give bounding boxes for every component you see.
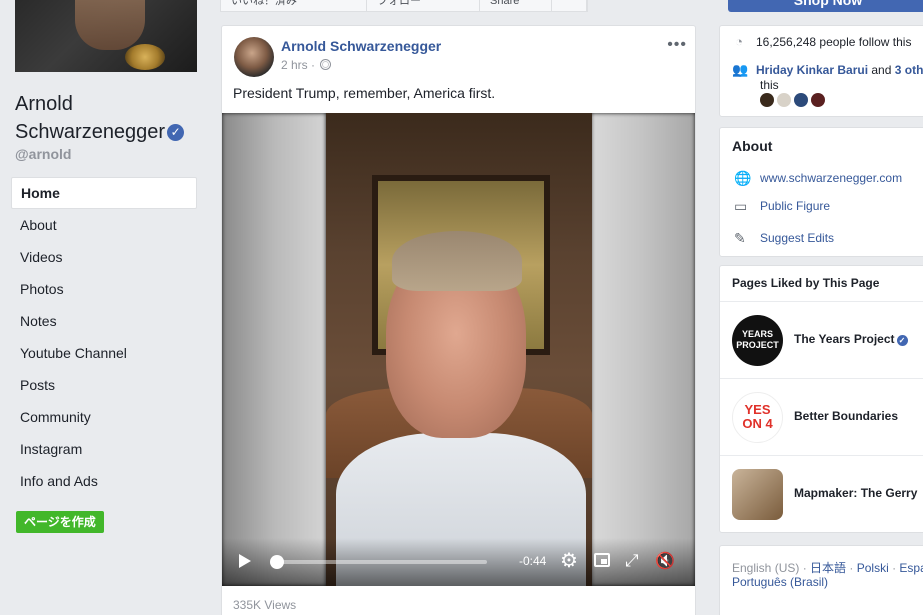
languages-line-2: Português (Brasil) xyxy=(732,575,828,589)
nav-item-community[interactable]: Community xyxy=(11,401,197,433)
verified-badge-icon: ✓ xyxy=(167,124,185,141)
language-portuguese[interactable]: Português (Brasil) xyxy=(732,575,828,589)
friend-avatar[interactable] xyxy=(811,93,825,107)
progress-scrubber[interactable] xyxy=(270,555,284,569)
followers-count: 16,256,248 people follow this xyxy=(756,35,912,49)
language-japanese[interactable]: 日本語 xyxy=(810,561,846,575)
video-frame xyxy=(326,113,592,586)
post-meta-separator: · xyxy=(307,58,319,72)
friend-avatar[interactable] xyxy=(794,93,808,107)
post-text: President Trump, remember, America first… xyxy=(233,85,496,101)
profile-photo[interactable] xyxy=(15,0,197,72)
video-blur-left xyxy=(222,113,326,586)
create-page-button[interactable]: ページを作成 xyxy=(16,511,104,533)
video-post: Arnold Schwarzenegger 2 hrs · ••• Presid… xyxy=(221,25,696,615)
language-separator: · xyxy=(888,561,900,575)
languages-line-1: English (US) · 日本語 · Polski · Españ xyxy=(732,559,923,576)
page-action-bar: いいね！済み フォロー Share xyxy=(220,0,588,12)
follow-button[interactable]: フォロー xyxy=(367,0,480,12)
shop-now-button[interactable]: Shop Now xyxy=(728,0,923,12)
better-boundaries-logo[interactable]: YES ON 4 xyxy=(732,392,783,443)
more-options-icon[interactable]: ••• xyxy=(667,36,687,54)
picture-in-picture-icon[interactable] xyxy=(594,553,610,567)
view-count: 335K Views xyxy=(233,598,297,612)
nav-item-youtube-channel[interactable]: Youtube Channel xyxy=(11,337,197,369)
nav-item-about[interactable]: About xyxy=(11,209,197,241)
post-author-name[interactable]: Arnold Schwarzenegger xyxy=(281,38,441,54)
nav-item-info-and-ads[interactable]: Info and Ads xyxy=(11,465,197,497)
gear-icon[interactable]: ⚙ xyxy=(560,551,578,571)
suggest-edits-link[interactable]: Suggest Edits xyxy=(760,231,834,245)
friends-follow-tail: this xyxy=(760,78,779,92)
category-link[interactable]: Public Figure xyxy=(760,199,830,213)
page-nav: Home About Videos Photos Notes Youtube C… xyxy=(11,177,197,497)
liked-page-name[interactable]: Better Boundaries xyxy=(794,409,898,423)
nav-item-home[interactable]: Home xyxy=(11,177,197,209)
friends-conjunction: and xyxy=(868,63,895,77)
liked-page-item[interactable]: Mapmaker: The Gerry xyxy=(720,455,923,532)
share-button[interactable]: Share xyxy=(480,0,552,12)
pencil-icon: ✎ xyxy=(734,230,746,246)
profile-photo-hand xyxy=(75,0,145,50)
liked-page-item[interactable]: YES ON 4 Better Boundaries xyxy=(720,378,923,455)
liked-button[interactable]: いいね！済み xyxy=(221,0,367,12)
verified-badge-icon: ✓ xyxy=(896,335,908,346)
about-card: About 🌐 www.schwarzenegger.com ▭ Public … xyxy=(719,127,923,257)
friend-avatar[interactable] xyxy=(777,93,791,107)
fullscreen-icon[interactable]: ⤢ xyxy=(625,551,639,571)
mute-icon[interactable]: 🔇 xyxy=(655,551,675,571)
friend-name-link[interactable]: Hriday Kinkar Barui xyxy=(756,63,868,77)
nav-item-videos[interactable]: Videos xyxy=(11,241,197,273)
page-handle[interactable]: @arnold xyxy=(15,146,71,162)
liked-page-item[interactable]: YEARS PROJECT The Years Project ✓ xyxy=(720,301,923,378)
video-controls: -0:44 ⚙ ⤢ 🔇 xyxy=(222,538,695,586)
nav-item-photos[interactable]: Photos xyxy=(11,273,197,305)
page-title: Arnold Schwarzenegger ✓ xyxy=(15,90,185,146)
nav-item-posts[interactable]: Posts xyxy=(11,369,197,401)
about-title: About xyxy=(732,138,773,154)
globe-icon xyxy=(320,59,332,70)
language-separator: · xyxy=(846,561,857,575)
friend-avatar[interactable] xyxy=(760,93,774,107)
hair xyxy=(392,231,522,291)
pages-liked-title: Pages Liked by This Page xyxy=(732,276,880,290)
rss-icon: ◔ xyxy=(735,34,743,49)
folder-icon: ▭ xyxy=(734,198,748,214)
video-blur-right xyxy=(591,113,695,586)
post-meta: 2 hrs · xyxy=(281,58,332,72)
more-actions-button[interactable] xyxy=(552,0,587,12)
language-polish[interactable]: Polski xyxy=(857,561,889,575)
friend-avatars xyxy=(760,93,825,107)
liked-page-name[interactable]: The Years Project ✓ xyxy=(794,332,908,346)
years-project-logo[interactable]: YEARS PROJECT xyxy=(732,315,783,366)
globe-icon: 🌐 xyxy=(734,170,752,186)
language-spanish[interactable]: Españ xyxy=(899,561,923,575)
followers-row: ◔ 16,256,248 people follow this xyxy=(732,34,911,49)
language-english: English (US) xyxy=(732,561,800,575)
page-title-line1: Arnold xyxy=(15,93,73,115)
nav-item-instagram[interactable]: Instagram xyxy=(11,433,197,465)
video-player[interactable]: -0:44 ⚙ ⤢ 🔇 xyxy=(222,113,695,586)
page-title-line2: Schwarzenegger xyxy=(15,121,166,143)
profile-photo-watch xyxy=(125,44,165,70)
play-icon[interactable] xyxy=(239,554,251,568)
post-timestamp[interactable]: 2 hrs xyxy=(281,58,308,72)
time-remaining: -0:44 xyxy=(519,554,547,568)
video-progress-bar[interactable] xyxy=(270,555,487,569)
follow-stats-card: ◔ 16,256,248 people follow this 👥 Hriday K… xyxy=(719,25,923,117)
friends-follow-row: 👥 Hriday Kinkar Barui and 3 oth this xyxy=(732,62,923,93)
languages-card: English (US) · 日本語 · Polski · Españ Port… xyxy=(719,545,923,615)
left-column: Arnold Schwarzenegger ✓ @arnold Home Abou… xyxy=(0,0,207,615)
liked-page-name[interactable]: Mapmaker: The Gerry xyxy=(794,486,917,500)
website-link[interactable]: www.schwarzenegger.com xyxy=(760,171,902,185)
friends-icon: 👥 xyxy=(732,62,749,77)
pages-liked-card: Pages Liked by This Page YEARS PROJECT T… xyxy=(719,265,923,533)
others-link[interactable]: 3 oth xyxy=(895,63,923,77)
author-avatar[interactable] xyxy=(234,37,274,77)
nav-item-notes[interactable]: Notes xyxy=(11,305,197,337)
liked-page-name-text[interactable]: The Years Project xyxy=(794,332,895,346)
language-separator: · xyxy=(799,561,811,575)
mapmaker-logo[interactable] xyxy=(732,469,783,520)
